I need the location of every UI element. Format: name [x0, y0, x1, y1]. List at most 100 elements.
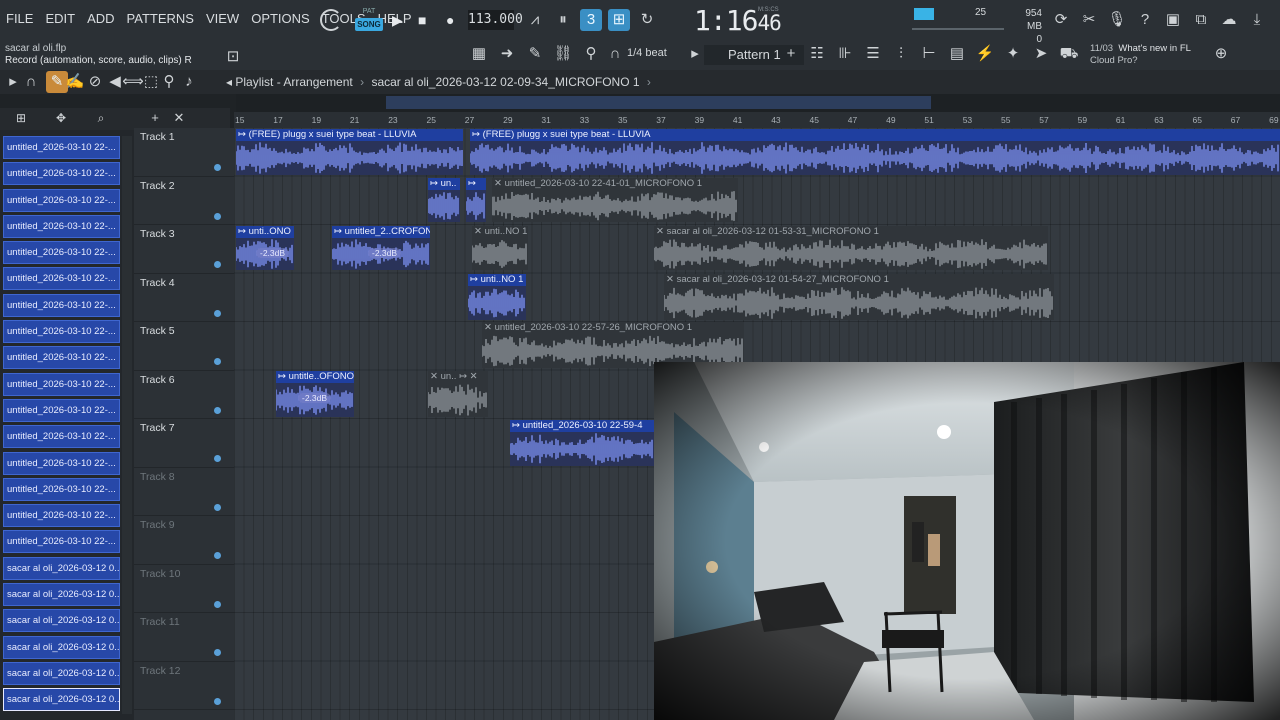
track-header[interactable]: Track 6 [134, 371, 234, 419]
cart-icon[interactable]: ⛟ [1058, 43, 1080, 65]
track-enable-led[interactable] [214, 406, 221, 414]
browser-clip-item[interactable]: untitled_2026-03-10 22-... [3, 188, 120, 212]
wand-icon[interactable]: ✦ [1002, 43, 1024, 65]
breadcrumb-item[interactable]: sacar al oli_2026-03-12 02-09-34_MICROFO… [371, 75, 639, 89]
news-panel[interactable]: 11/03 What's new in FL Cloud Pro? [1090, 43, 1191, 67]
delete-tool-icon[interactable]: ⊘ [84, 71, 106, 93]
browser-search-icon[interactable]: ⌕ [90, 107, 112, 129]
browser-clip-item[interactable]: sacar al oli_2026-03-12 0... [3, 556, 120, 580]
browser-clip-item[interactable]: untitled_2026-03-10 22-... [3, 293, 120, 317]
clip-track1-a[interactable]: ↦ (FREE) plugg x suei type beat - LLUVIA [236, 129, 463, 175]
snap-selector[interactable]: 1/4 beat [627, 47, 667, 59]
browser-home-icon[interactable]: ⊞ [10, 107, 32, 129]
play-icon[interactable]: ▶ [392, 12, 403, 29]
track-header[interactable]: Track 4 [134, 274, 234, 322]
track-header[interactable]: Track 2 [134, 177, 234, 225]
track-enable-led[interactable] [214, 649, 221, 656]
track-enable-led[interactable] [214, 212, 221, 220]
master-volume-slider[interactable] [912, 28, 1004, 30]
browser-clip-item[interactable]: sacar al oli_2026-03-12 0... [3, 635, 120, 659]
track-header[interactable]: Track 5 [134, 322, 234, 371]
channel-rack-icon[interactable]: ⊪ [834, 43, 856, 65]
playback-tool-icon[interactable]: ♪ [178, 71, 200, 93]
metronome-icon[interactable]: ⩘ [524, 9, 546, 31]
track-header[interactable]: Track 12 [134, 662, 234, 710]
microphone-icon[interactable]: 🎙 [1106, 9, 1128, 31]
breadcrumb-view[interactable]: Playlist - Arrangement [235, 75, 352, 89]
browser-icon[interactable]: ⊢ [918, 43, 940, 65]
browser-clip-item[interactable]: untitled_2026-03-10 22-... [3, 372, 120, 396]
browser-scrollbar[interactable] [122, 136, 132, 714]
track-header[interactable]: Track 9 [134, 516, 234, 565]
recording-filter-icon[interactable] [320, 9, 342, 31]
hint-toggle-icon[interactable]: ⊡ [222, 46, 244, 68]
browser-clip-item[interactable]: sacar al oli_2026-03-12 0... [3, 688, 120, 712]
track-enable-led[interactable] [214, 358, 221, 365]
file-icon[interactable]: ▤ [946, 43, 968, 65]
link-icon[interactable]: ⛓ [552, 43, 574, 65]
zoom-tool-icon[interactable]: ⚲ [158, 71, 180, 93]
clip-track4-a[interactable]: ↦ unti..NO 1 [468, 274, 526, 320]
scroll-thumb[interactable] [386, 96, 931, 109]
menu-edit[interactable]: EDIT [45, 11, 75, 26]
track-header[interactable]: Track 1 [134, 128, 234, 177]
clip-track3-a[interactable]: ↦ unti..ONO 1 -2.3dB [236, 226, 294, 270]
clip-track3-b[interactable]: ↦ untitled_2..CROFONO 1 -2.3dB [332, 226, 430, 270]
magnet-snap-icon[interactable]: ∩ [20, 71, 42, 93]
browser-clip-item[interactable]: untitled_2026-03-10 22-... [3, 162, 120, 186]
step-edit-icon[interactable]: ⊞ [608, 9, 630, 31]
record-icon[interactable]: ● [446, 12, 454, 28]
tools-icon[interactable]: ✂ [1078, 9, 1100, 31]
close-track-icon[interactable]: ✕ [168, 107, 190, 129]
globe-icon[interactable]: ⊕ [1210, 43, 1232, 65]
clip-track1-b[interactable]: ↦ (FREE) plugg x suei type beat - LLUVIA [470, 129, 1280, 175]
browser-clip-item[interactable]: untitled_2026-03-10 22-... [3, 398, 120, 422]
play-pattern-icon[interactable]: ▸ [684, 43, 706, 65]
pencil-icon[interactable]: ✎ [524, 43, 546, 65]
add-pattern-icon[interactable]: + [780, 43, 802, 65]
chat-icon[interactable]: ☁ [1218, 9, 1240, 31]
track-enable-led[interactable] [214, 455, 221, 462]
track-enable-led[interactable] [214, 697, 221, 705]
track-header[interactable]: Track 10 [134, 565, 234, 613]
magnet-icon[interactable]: ∩ [604, 43, 626, 65]
loop-record-icon[interactable]: ↻ [636, 9, 658, 31]
track-header[interactable]: Track 7 [134, 419, 234, 468]
track-header[interactable]: Track 8 [134, 468, 234, 516]
arrow-right-icon[interactable]: ➜ [496, 43, 518, 65]
clip-track4-b[interactable]: ✕ sacar al oli_2026-03-12 01-54-27_MICRO… [664, 274, 1054, 320]
track-enable-led[interactable] [214, 600, 221, 608]
pat-song-toggle[interactable]: PAT SONG [355, 8, 383, 34]
send-icon[interactable]: ➤ [1030, 43, 1052, 65]
plugin-icon[interactable]: ⧉ [1190, 9, 1212, 31]
download-icon[interactable]: ⤓ [1246, 9, 1268, 31]
add-track-icon[interactable]: + [144, 107, 166, 129]
browser-tree-icon[interactable]: ✥ [50, 107, 72, 129]
tempo-display[interactable]: 113.000 [468, 10, 523, 30]
browser-clip-item[interactable]: untitled_2026-03-10 22-... [3, 320, 120, 344]
save-icon[interactable]: ▣ [1162, 9, 1184, 31]
clip-track2-a[interactable]: ↦ un.. [428, 178, 460, 222]
refresh-icon[interactable]: ⟳ [1050, 9, 1072, 31]
browser-clip-item[interactable]: untitled_2026-03-10 22-... [3, 241, 120, 265]
mixer-icon[interactable]: ☰ [862, 43, 884, 65]
browser-clip-item[interactable]: sacar al oli_2026-03-12 0... [3, 609, 120, 633]
clip-track2-c[interactable]: ✕ untitled_2026-03-10 22-41-01_MICROFONO… [492, 178, 738, 222]
clip-track3-c[interactable]: ✕ unti..NO 1 [472, 226, 528, 270]
clip-track3-d[interactable]: ✕ sacar al oli_2026-03-12 01-53-31_MICRO… [654, 226, 1048, 270]
clip-track2-b[interactable]: ↦ [466, 178, 486, 222]
browser-clip-item[interactable]: untitled_2026-03-10 22-... [3, 425, 120, 449]
browser-clip-item[interactable]: untitled_2026-03-10 22-... [3, 451, 120, 475]
horizontal-scrollbar[interactable] [236, 94, 1280, 112]
menu-patterns[interactable]: PATTERNS [127, 11, 194, 26]
playlist-icon[interactable]: ☷ [806, 43, 828, 65]
help-icon[interactable]: ? [1134, 9, 1156, 31]
clip-track7-a[interactable]: ↦ untitled_2026-03-10 22-59-4 [510, 420, 654, 466]
browser-clip-item[interactable]: untitled_2026-03-10 22-... [3, 136, 120, 159]
track-enable-led[interactable] [214, 503, 221, 511]
plug-icon[interactable]: ⚡ [974, 43, 996, 65]
browser-clip-item[interactable]: untitled_2026-03-10 22-... [3, 504, 120, 528]
browser-clip-item[interactable]: sacar al oli_2026-03-12 0... [3, 661, 120, 685]
countdown-icon[interactable]: 3 [580, 9, 602, 31]
stop-icon[interactable]: ■ [418, 12, 426, 28]
